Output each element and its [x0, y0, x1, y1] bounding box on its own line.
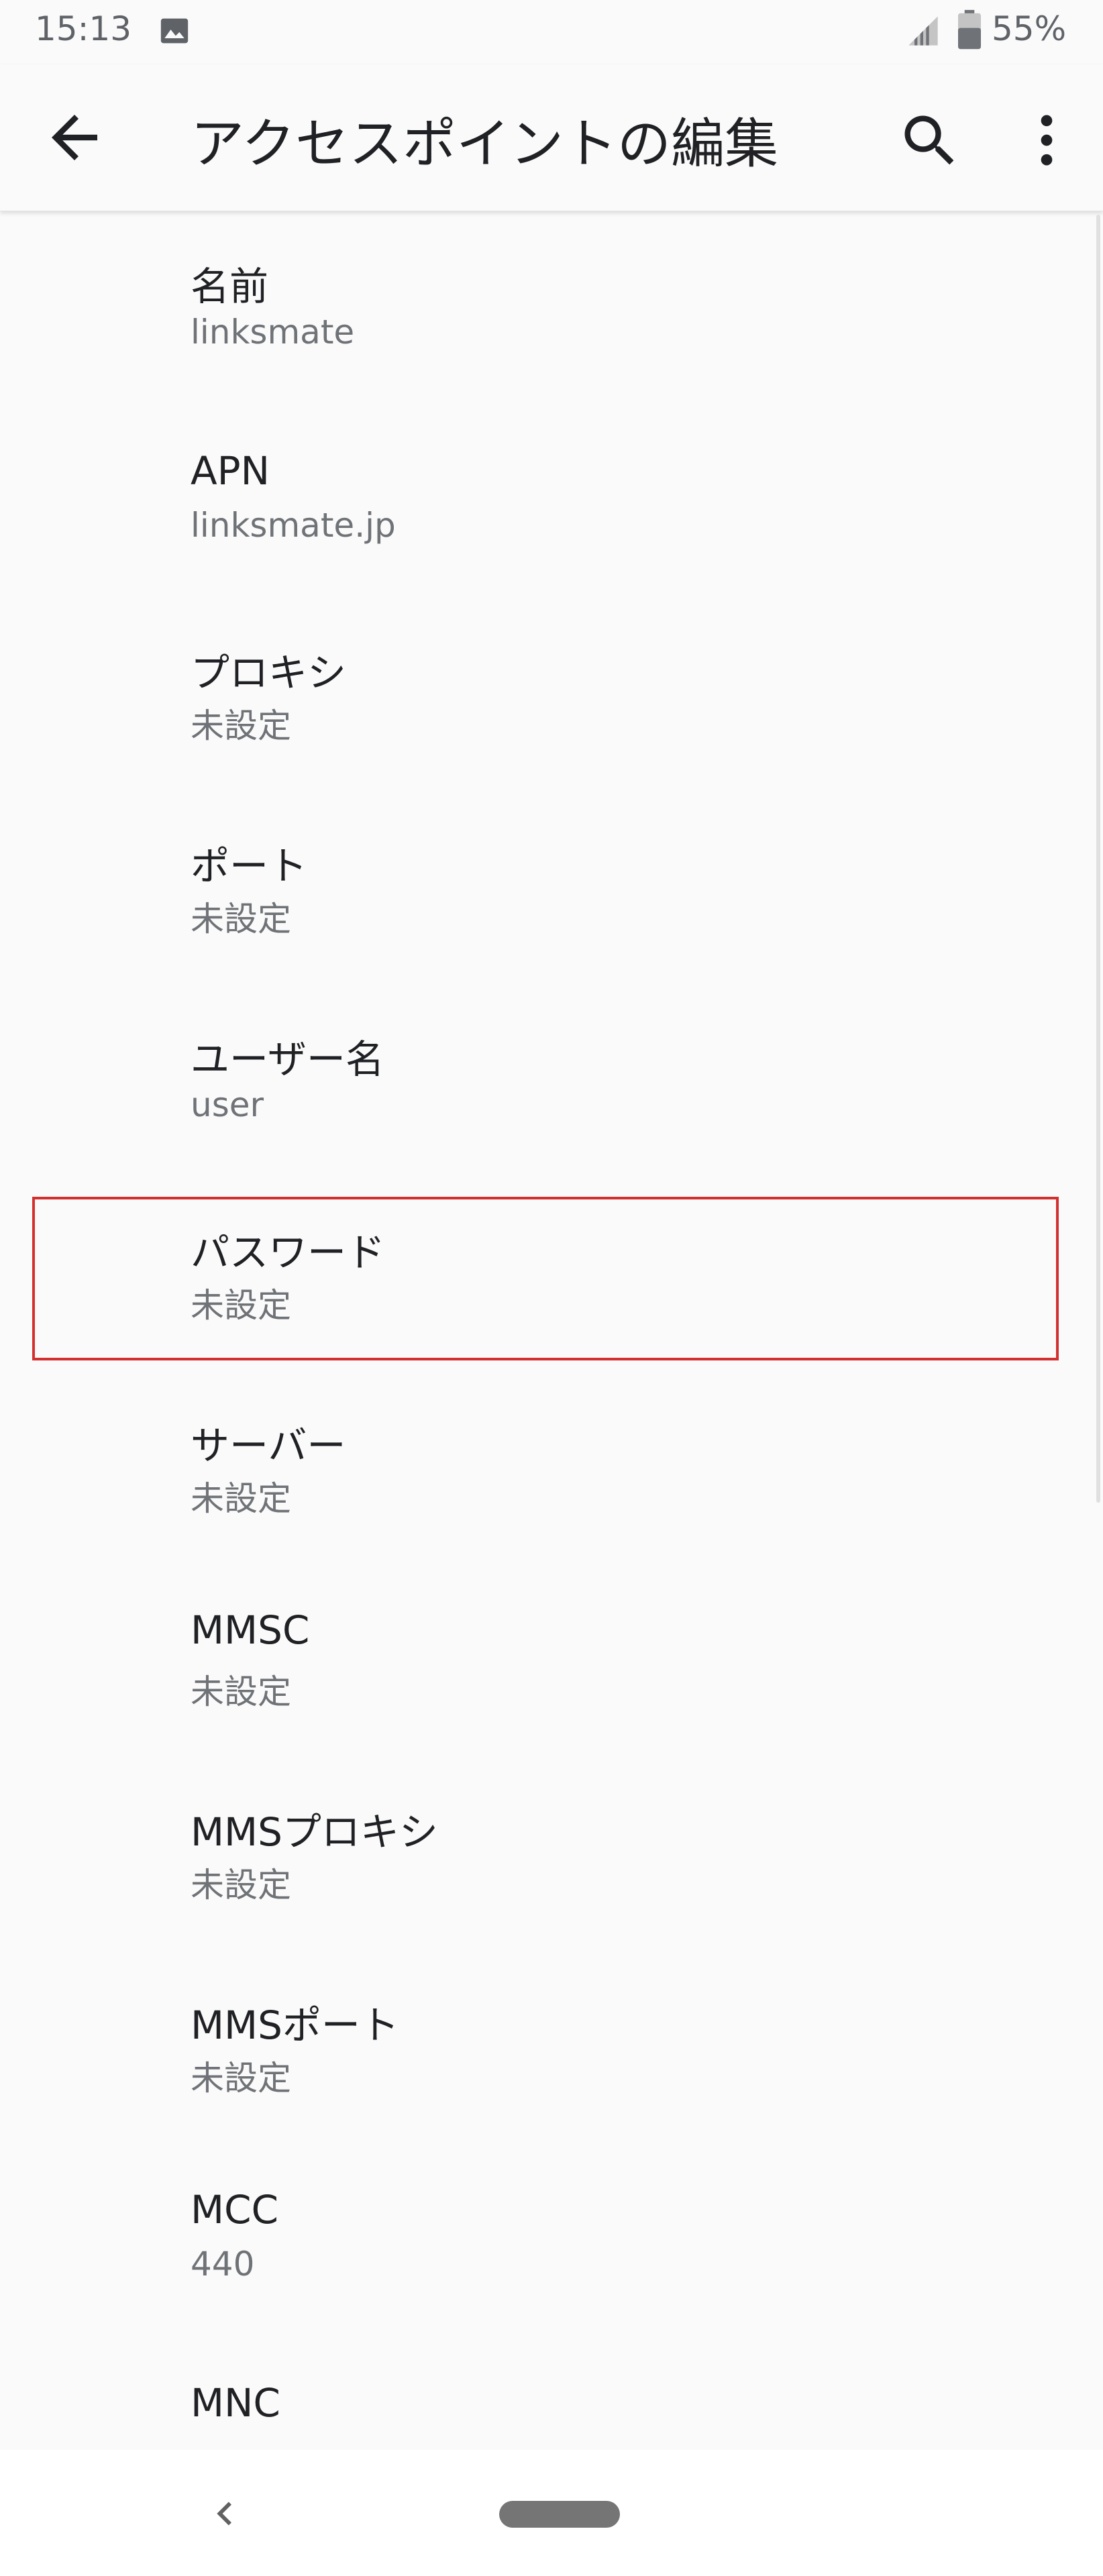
search-button[interactable] — [896, 107, 963, 174]
pref-title: ユーザー名 — [191, 1036, 384, 1082]
pref-title: MCC — [191, 2187, 279, 2233]
more-vert-icon — [1041, 115, 1053, 166]
pref-apn[interactable]: APN linksmate.jp — [0, 405, 1103, 598]
pref-mms-proxy[interactable]: MMSプロキシ 未設定 — [0, 1758, 1103, 1951]
pref-mmsc[interactable]: MMSC 未設定 — [0, 1564, 1103, 1758]
nav-back-button[interactable] — [201, 2490, 248, 2537]
battery-icon — [958, 9, 981, 50]
pref-summary: 未設定 — [191, 1286, 291, 1325]
battery-percent: 55% — [992, 9, 1067, 48]
pref-password[interactable]: パスワード 未設定 — [0, 1178, 1103, 1371]
pref-summary: 未設定 — [191, 1866, 291, 1904]
pref-summary: 未設定 — [191, 1479, 291, 1518]
search-icon — [904, 115, 954, 165]
pref-port[interactable]: ポート 未設定 — [0, 792, 1103, 985]
more-options-button[interactable] — [1013, 103, 1080, 177]
pref-summary: 未設定 — [191, 900, 291, 938]
pref-summary: user — [191, 1085, 264, 1124]
pref-name[interactable]: 名前 linksmate — [0, 212, 1103, 405]
page-title: アクセスポイントの編集 — [191, 113, 778, 175]
pref-title: ポート — [191, 843, 308, 889]
pref-summary: linksmate.jp — [191, 506, 396, 545]
pref-title: MNC — [191, 2380, 280, 2426]
pref-username[interactable]: ユーザー名 user — [0, 985, 1103, 1178]
pref-summary: 未設定 — [191, 2059, 291, 2098]
pref-summary: 未設定 — [191, 1672, 291, 1711]
navigation-bar — [0, 2450, 1103, 2576]
app-bar: アクセスポイントの編集 — [0, 64, 1103, 211]
pref-title: 名前 — [191, 264, 269, 309]
chevron-left-icon — [217, 2502, 231, 2526]
pref-mms-port[interactable]: MMSポート 未設定 — [0, 1951, 1103, 2144]
pref-title: MMSプロキシ — [191, 1809, 438, 1855]
signal-icon — [908, 16, 938, 46]
status-bar: 15:13 55% — [0, 0, 1103, 64]
pref-title: MMSC — [191, 1607, 310, 1653]
pref-proxy[interactable]: プロキシ 未設定 — [0, 598, 1103, 792]
status-time: 15:13 — [35, 9, 132, 48]
pref-title: MMSポート — [191, 2002, 399, 2048]
pref-title: APN — [191, 448, 270, 494]
pref-title: プロキシ — [191, 650, 347, 696]
pref-title: パスワード — [191, 1230, 386, 1275]
apn-settings-list: 名前 linksmate APN linksmate.jp プロキシ 未設定 ポ… — [0, 212, 1103, 2530]
image-icon — [160, 18, 189, 44]
pref-summary: linksmate — [191, 313, 355, 352]
scrollbar[interactable] — [1096, 215, 1100, 1503]
pref-server[interactable]: サーバー 未設定 — [0, 1371, 1103, 1564]
pref-summary: 未設定 — [191, 706, 291, 745]
pref-summary: 440 — [191, 2245, 255, 2284]
nav-home-pill[interactable] — [499, 2501, 620, 2528]
back-button[interactable] — [40, 103, 109, 172]
back-arrow-icon — [52, 115, 97, 160]
pref-mcc[interactable]: MCC 440 — [0, 2144, 1103, 2337]
pref-title: サーバー — [191, 1423, 346, 1468]
